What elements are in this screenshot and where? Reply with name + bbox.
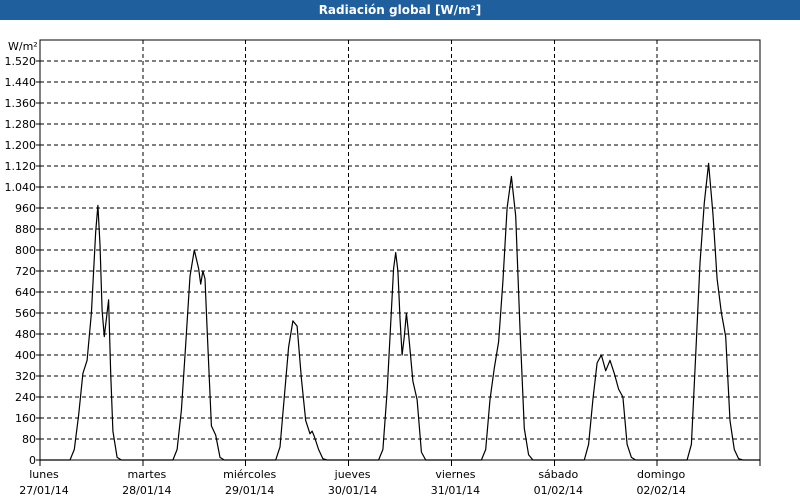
y-tick-label: 320 [15, 370, 36, 383]
y-tick-label: 1.040 [5, 181, 37, 194]
axes [36, 39, 761, 466]
y-axis-label: W/m² [8, 40, 38, 53]
x-tick-date: 27/01/14 [19, 484, 68, 497]
x-tick-date: 28/01/14 [122, 484, 171, 497]
x-tick-weekday: martes [127, 468, 166, 481]
y-tick-label: 1.280 [5, 118, 37, 131]
radiation-line-chart: 0 80 160 240 320 400 480 560 640 720 800 880 960 1.04… [5, 39, 761, 497]
x-tick-weekday: lunes [29, 468, 59, 481]
x-tick-date: 30/01/14 [328, 484, 377, 497]
y-tick-labels: 0 80 160 240 320 400 480 560 640 720 800 880 960 1.04… [5, 40, 38, 467]
grid [40, 40, 760, 460]
x-tick-date: 02/02/14 [636, 484, 685, 497]
y-tick-label: 1.120 [5, 160, 37, 173]
x-tick-weekday: domingo [637, 468, 685, 481]
y-tick-label: 640 [15, 286, 36, 299]
y-tick-label: 1.440 [5, 76, 37, 89]
y-tick-label: 240 [15, 391, 36, 404]
x-tick-date: 31/01/14 [431, 484, 480, 497]
y-tick-label: 160 [15, 412, 36, 425]
y-tick-label: 1.360 [5, 97, 37, 110]
y-tick-label: 1.520 [5, 55, 37, 68]
x-tick-date: 01/02/14 [534, 484, 583, 497]
window-title: Radiación global [W/m²] [0, 0, 800, 20]
x-tick-labels: lunes 27/01/14 martes 28/01/14 miércoles 29/0… [19, 468, 686, 497]
x-tick-weekday: sábado [538, 468, 578, 481]
y-tick-label: 880 [15, 223, 36, 236]
y-tick-label: 480 [15, 328, 36, 341]
y-tick-label: 560 [15, 307, 36, 320]
y-tick-label: 80 [22, 433, 36, 446]
x-tick-weekday: viernes [435, 468, 475, 481]
y-tick-label: 0 [29, 454, 36, 467]
y-tick-label: 400 [15, 349, 36, 362]
x-tick-weekday: jueves [334, 468, 371, 481]
y-tick-label: 720 [15, 265, 36, 278]
y-tick-label: 800 [15, 244, 36, 257]
y-tick-label: 1.200 [5, 139, 37, 152]
chart-window: Radiación global [W/m²] 0 80 160 240 320 400 4… [0, 0, 800, 500]
y-tick-label: 960 [15, 202, 36, 215]
x-tick-date: 29/01/14 [225, 484, 274, 497]
x-tick-weekday: miércoles [223, 468, 276, 481]
